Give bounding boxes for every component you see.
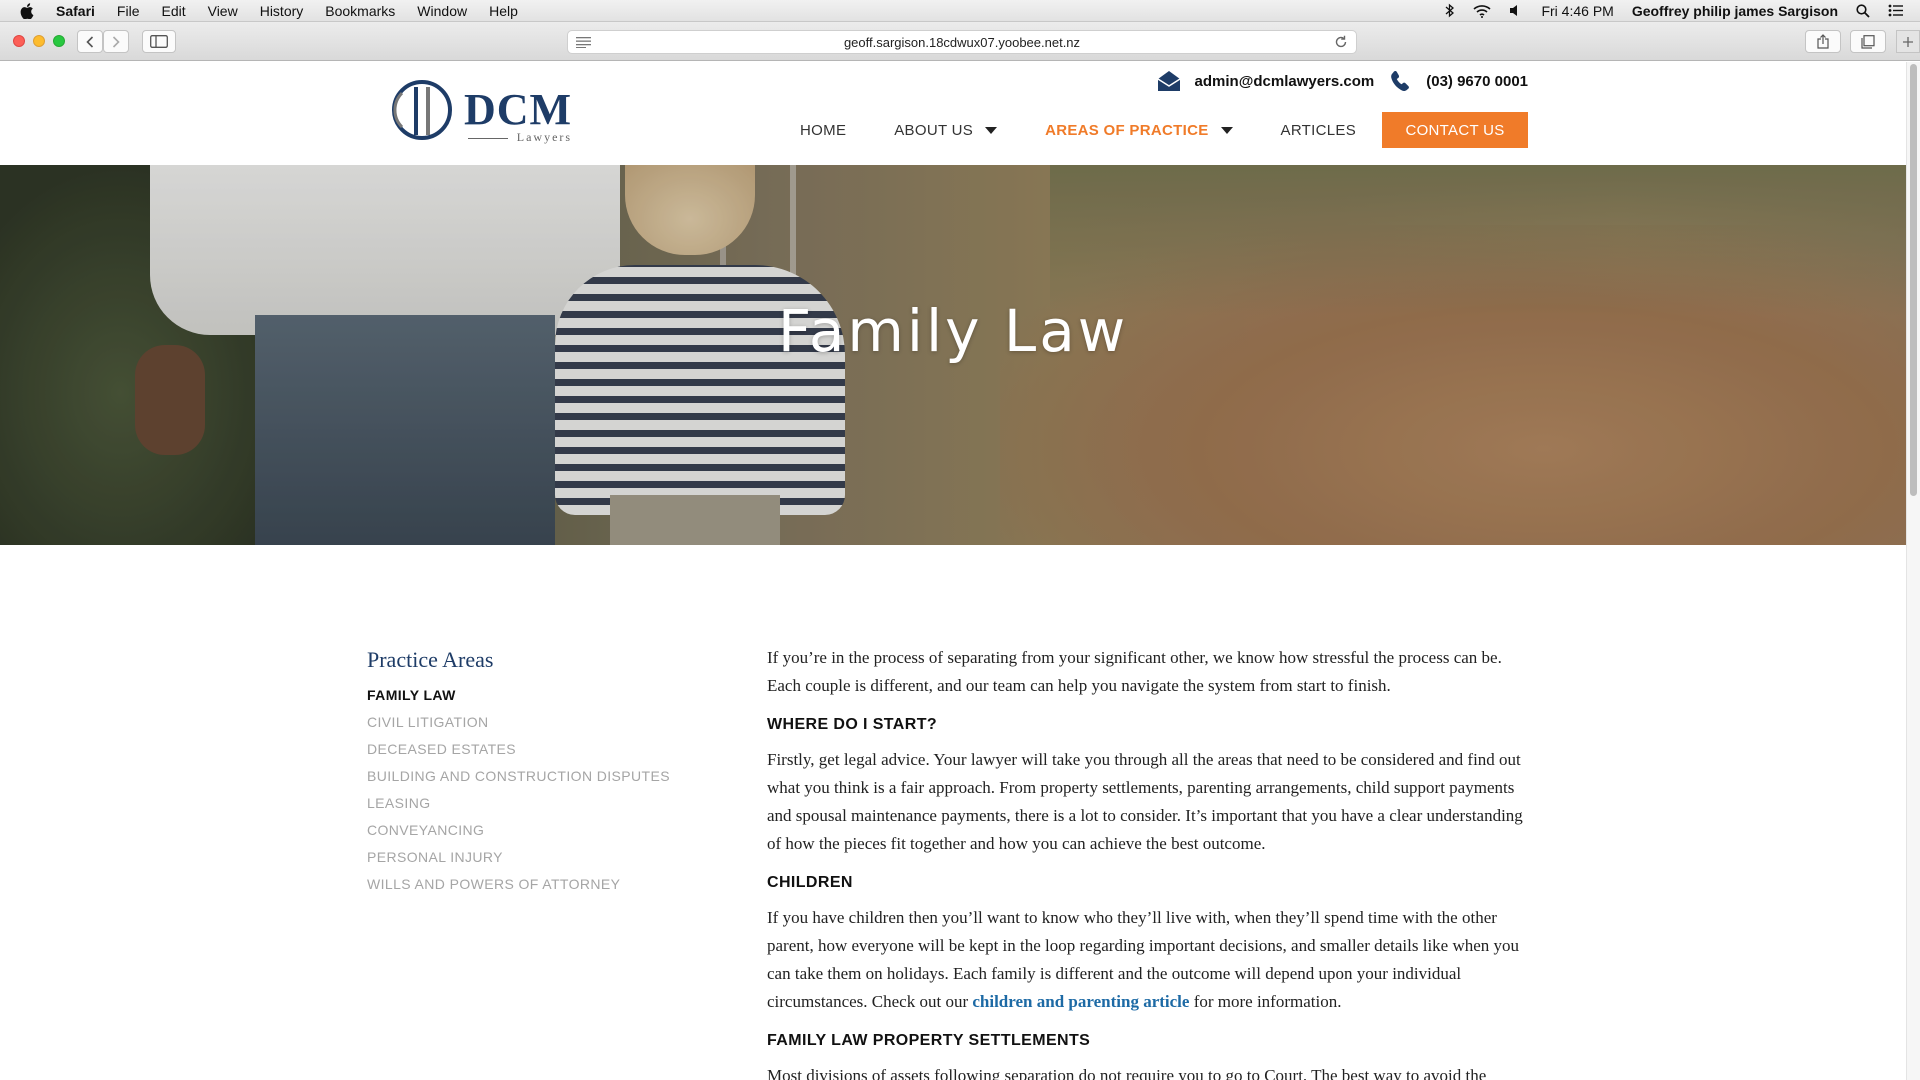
chevron-left-icon	[86, 35, 94, 48]
back-button[interactable]	[77, 30, 103, 53]
sidebar-title: Practice Areas	[367, 647, 494, 672]
show-tabs-button[interactable]	[1850, 30, 1886, 53]
menubar-user[interactable]: Geoffrey philip james Sargison	[1632, 3, 1838, 19]
section-paragraph-property-settlements: Most divisions of assets following separ…	[767, 1066, 1487, 1080]
sidebar-icon	[150, 35, 168, 48]
email-link[interactable]: admin@dcmlawyers.com	[1157, 70, 1375, 92]
browser-toolbar: geoff.sargison.18cdwux07.yoobee.net.nz	[0, 22, 1920, 61]
reload-icon[interactable]	[1334, 35, 1348, 52]
nav-articles[interactable]: ARTICLES	[1281, 122, 1356, 139]
sidebar-item-building-construction[interactable]: BUILDING AND CONSTRUCTION DISPUTES	[367, 768, 727, 795]
wifi-icon[interactable]	[1473, 4, 1492, 18]
sidebar-item-civil-litigation[interactable]: CIVIL LITIGATION	[367, 714, 727, 741]
nav-home[interactable]: HOME	[800, 122, 846, 139]
site-header: DCM Lawyers admin@dcmlawyers.com (03) 96…	[0, 62, 1906, 165]
dcm-logo-emblem	[392, 80, 452, 140]
logo-wordmark: DCM Lawyers	[464, 85, 573, 145]
section-heading-children: CHILDREN	[767, 874, 853, 891]
section-paragraph-children: If you have children then you’ll want to…	[767, 904, 1527, 1016]
macos-menu-bar: Safari File Edit View History Bookmarks …	[0, 0, 1920, 22]
menu-view[interactable]: View	[208, 3, 238, 19]
logo-rule	[468, 138, 508, 139]
page-scrollbar[interactable]	[1906, 62, 1920, 1080]
menu-window[interactable]: Window	[417, 3, 467, 19]
main-navigation: HOME ABOUT US AREAS OF PRACTICE ARTICLES…	[752, 112, 1528, 148]
menu-bookmarks[interactable]: Bookmarks	[325, 3, 395, 19]
phone-text[interactable]: (03) 9670 0001	[1426, 73, 1528, 90]
children-parenting-article-link[interactable]: children and parenting article	[972, 992, 1189, 1011]
caret-down-icon[interactable]	[1220, 126, 1233, 134]
sidebar-item-family-law[interactable]: FAMILY LAW	[367, 687, 727, 714]
new-tab-button[interactable]	[1896, 30, 1920, 53]
minimize-window-button[interactable]	[33, 35, 45, 47]
scrollbar-thumb[interactable]	[1910, 64, 1917, 496]
share-button[interactable]	[1805, 30, 1841, 53]
header-contact-bar: admin@dcmlawyers.com (03) 9670 0001	[1143, 70, 1528, 92]
apple-icon[interactable]	[20, 2, 38, 19]
logo-subtext: Lawyers	[516, 130, 573, 144]
contact-us-button[interactable]: CONTACT US	[1382, 112, 1528, 148]
share-icon	[1817, 34, 1829, 49]
email-text[interactable]: admin@dcmlawyers.com	[1195, 73, 1375, 90]
address-bar[interactable]: geoff.sargison.18cdwux07.yoobee.net.nz	[567, 30, 1357, 54]
section-heading-property-settlements: FAMILY LAW PROPERTY SETTLEMENTS	[767, 1032, 1091, 1049]
logo-text: DCM	[464, 85, 573, 134]
nav-areas-of-practice-label[interactable]: AREAS OF PRACTICE	[1045, 122, 1208, 139]
phone-icon	[1391, 71, 1410, 91]
sidebar-item-leasing[interactable]: LEASING	[367, 795, 727, 822]
caret-down-icon[interactable]	[985, 126, 998, 134]
tabs-icon	[1861, 34, 1875, 49]
site-logo[interactable]: DCM Lawyers	[388, 79, 573, 145]
menu-history[interactable]: History	[260, 3, 304, 19]
menu-help[interactable]: Help	[489, 3, 518, 19]
plus-icon	[1903, 36, 1913, 47]
spotlight-search-icon[interactable]	[1856, 3, 1870, 18]
intro-paragraph: If you’re in the process of separating f…	[767, 648, 1502, 695]
menu-edit[interactable]: Edit	[161, 3, 185, 19]
practice-areas-sidebar: Practice Areas FAMILY LAW CIVIL LITIGATI…	[367, 647, 727, 903]
bluetooth-icon[interactable]	[1445, 3, 1455, 18]
menubar-clock[interactable]: Fri 4:46 PM	[1541, 3, 1613, 19]
article-body: If you’re in the process of separating f…	[767, 644, 1527, 1080]
nav-home-label[interactable]: HOME	[800, 122, 846, 139]
reader-view-icon[interactable]	[576, 36, 591, 51]
web-page: DCM Lawyers admin@dcmlawyers.com (03) 96…	[0, 62, 1906, 1080]
chevron-right-icon	[112, 35, 120, 48]
sidebar-toggle-button[interactable]	[142, 30, 176, 53]
zoom-window-button[interactable]	[53, 35, 65, 47]
sidebar-item-deceased-estates[interactable]: DECEASED ESTATES	[367, 741, 727, 768]
section-heading-where-do-i-start: WHERE DO I START?	[767, 716, 938, 733]
close-window-button[interactable]	[13, 35, 25, 47]
nav-about-us-label[interactable]: ABOUT US	[894, 122, 973, 139]
forward-button[interactable]	[103, 30, 129, 53]
page-title: Family Law	[777, 297, 1129, 365]
volume-icon[interactable]	[1509, 4, 1523, 17]
sidebar-item-personal-injury[interactable]: PERSONAL INJURY	[367, 849, 727, 876]
url-text[interactable]: geoff.sargison.18cdwux07.yoobee.net.nz	[844, 35, 1080, 50]
nav-areas-of-practice[interactable]: AREAS OF PRACTICE	[1045, 122, 1233, 139]
sidebar-item-conveyancing[interactable]: CONVEYANCING	[367, 822, 727, 849]
phone-link[interactable]: (03) 9670 0001	[1390, 70, 1528, 92]
sidebar-item-wills-poa[interactable]: WILLS AND POWERS OF ATTORNEY	[367, 876, 727, 903]
menu-file[interactable]: File	[117, 3, 140, 19]
nav-about-us[interactable]: ABOUT US	[894, 122, 998, 139]
envelope-icon	[1157, 71, 1180, 91]
section-paragraph-where-do-i-start: Firstly, get legal advice. Your lawyer w…	[767, 750, 1523, 853]
menu-safari[interactable]: Safari	[56, 3, 95, 19]
notification-center-icon[interactable]	[1888, 4, 1904, 17]
hero-banner: Family Law	[0, 165, 1906, 545]
children-text-end: for more information.	[1189, 992, 1342, 1011]
nav-articles-label[interactable]: ARTICLES	[1281, 122, 1356, 139]
